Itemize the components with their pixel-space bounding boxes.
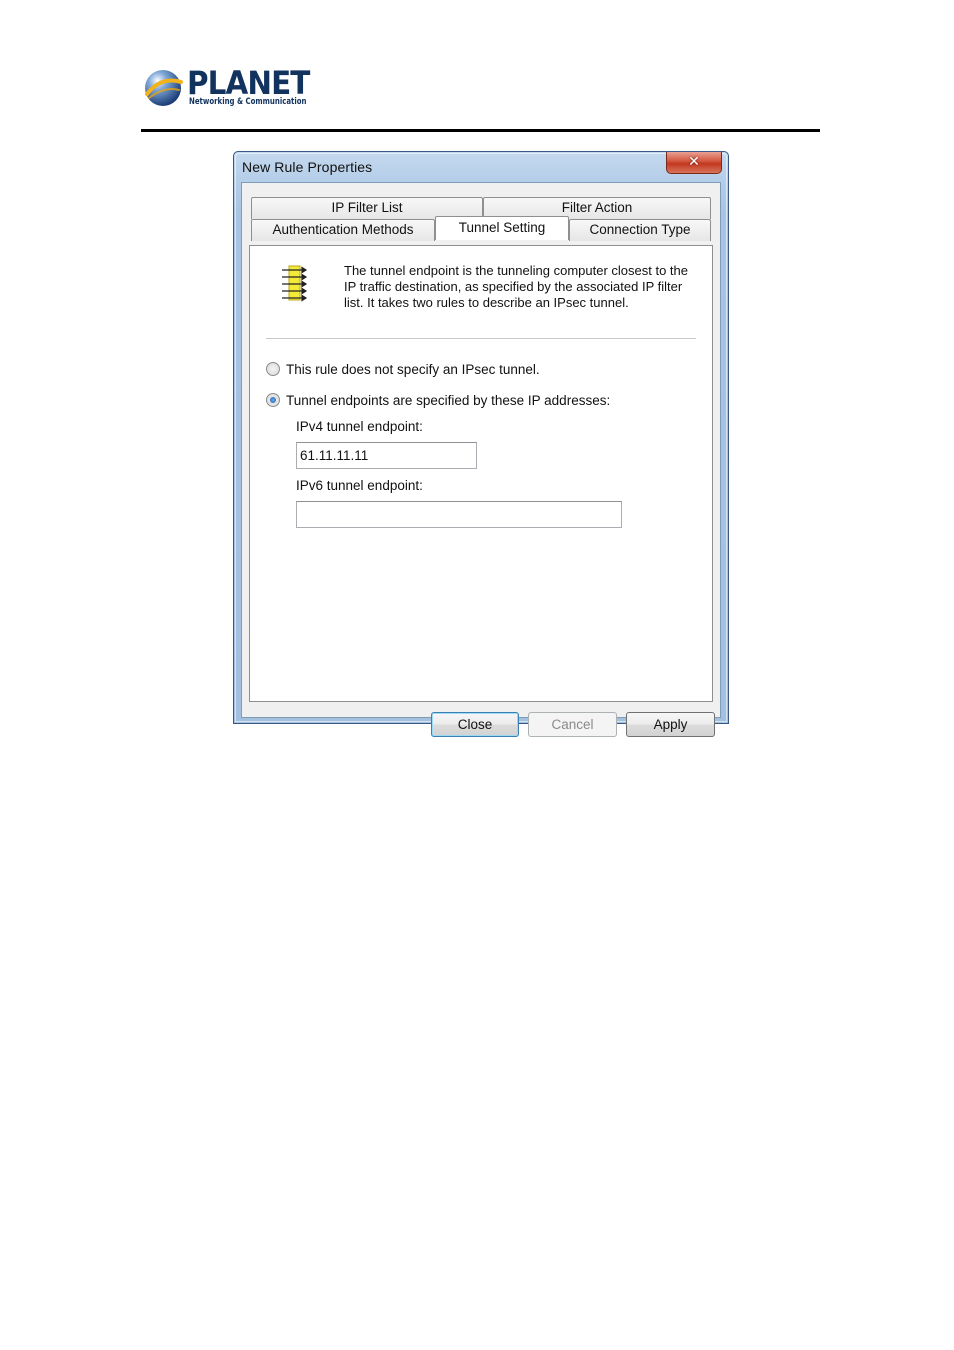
close-window-button[interactable]: ✕ (666, 152, 722, 174)
planet-logo: PLANET Networking & Communication (143, 66, 310, 110)
dialog-client-area: IP Filter List Filter Action Authenticat… (241, 182, 721, 737)
tab-tunnel-setting[interactable]: Tunnel Setting (435, 216, 569, 240)
dialog-title: New Rule Properties (242, 159, 373, 175)
tunnel-setting-panel: The tunnel endpoint is the tunneling com… (249, 245, 713, 702)
tab-authentication-methods[interactable]: Authentication Methods (251, 219, 435, 241)
cancel-button[interactable]: Cancel (528, 712, 617, 737)
ipv6-endpoint-label: IPv6 tunnel endpoint: (296, 478, 423, 493)
tunnel-endpoint-icon (282, 265, 308, 302)
logo-wordmark: PLANET (187, 64, 310, 102)
new-rule-properties-dialog: New Rule Properties ✕ IP Filter List Fil… (233, 151, 729, 737)
ipv4-endpoint-label: IPv4 tunnel endpoint: (296, 419, 423, 434)
header-rule (141, 129, 820, 132)
tunnel-description: The tunnel endpoint is the tunneling com… (344, 263, 688, 310)
tab-connection-type[interactable]: Connection Type (569, 219, 711, 241)
option-tunnel-endpoints[interactable]: Tunnel endpoints are specified by these … (266, 391, 610, 409)
ipv6-endpoint-input[interactable] (296, 501, 622, 528)
separator (266, 338, 696, 339)
logo-tagline: Networking & Communication (189, 97, 307, 107)
radio-tunnel-endpoints-label: Tunnel endpoints are specified by these … (286, 392, 611, 408)
radio-tunnel-endpoints[interactable] (266, 393, 280, 407)
ipv4-endpoint-input[interactable] (296, 442, 477, 469)
apply-button[interactable]: Apply (626, 712, 715, 737)
radio-no-tunnel-label: This rule does not specify an IPsec tunn… (286, 361, 540, 377)
globe-icon (145, 70, 183, 106)
option-no-tunnel[interactable]: This rule does not specify an IPsec tunn… (266, 360, 540, 378)
radio-no-tunnel[interactable] (266, 362, 280, 376)
close-button[interactable]: Close (431, 712, 519, 737)
